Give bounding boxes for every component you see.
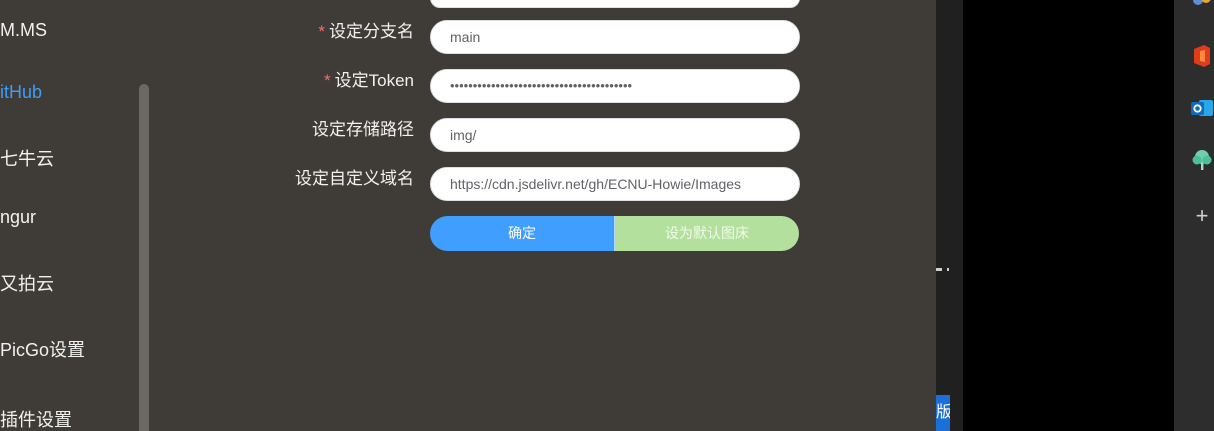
tree-icon[interactable] [1190, 148, 1214, 172]
picgo-window: M.MS itHub 七牛云 ngur 又拍云 PicGo设置 插件设置 * 设定… [0, 0, 936, 431]
required-mark: * [318, 22, 325, 41]
background-window-edge [936, 0, 963, 431]
domain-input[interactable]: https://cdn.jsdelivr.net/gh/ECNU-Howie/I… [430, 167, 800, 201]
button-group: 确定 设为默认图床 [430, 216, 799, 251]
background-text-fragment: 版 [936, 395, 950, 431]
outlook-icon[interactable] [1190, 96, 1214, 120]
token-input[interactable]: •••••••••••••••••••••••••••••••••••••••• [430, 69, 800, 103]
background-marker [936, 268, 950, 271]
sidebar-item-plugin-settings[interactable]: 插件设置 [0, 406, 72, 431]
branch-input[interactable]: main [430, 20, 800, 54]
set-default-button[interactable]: 设为默认图床 [615, 216, 799, 251]
repo-input[interactable] [430, 0, 800, 8]
plus-icon[interactable]: + [1192, 205, 1212, 227]
domain-row: 设定自定义域名 https://cdn.jsdelivr.net/gh/ECNU… [0, 167, 936, 203]
sidebar-item-picgo-settings[interactable]: PicGo设置 [0, 336, 85, 362]
path-row: 设定存储路径 img/ [0, 118, 936, 154]
token-row: * 设定Token •••••••••••••••••••••••••••••••… [0, 69, 936, 105]
domain-label: 设定自定义域名 [295, 169, 414, 188]
people-icon[interactable] [1190, 0, 1214, 14]
background-window [936, 0, 1174, 431]
sidebar-item-imgur[interactable]: ngur [0, 207, 36, 228]
path-label: 设定存储路径 [312, 120, 414, 139]
office-icon[interactable] [1190, 44, 1214, 68]
sidebar-item-upyun[interactable]: 又拍云 [0, 270, 54, 296]
confirm-button[interactable]: 确定 [430, 216, 615, 251]
branch-label: * 设定分支名 [318, 22, 414, 41]
token-label: * 设定Token [324, 71, 414, 90]
required-mark: * [324, 71, 331, 90]
branch-row: * 设定分支名 main [0, 20, 936, 56]
path-input[interactable]: img/ [430, 118, 800, 152]
sidebar: M.MS itHub 七牛云 ngur 又拍云 PicGo设置 插件设置 [0, 0, 140, 431]
